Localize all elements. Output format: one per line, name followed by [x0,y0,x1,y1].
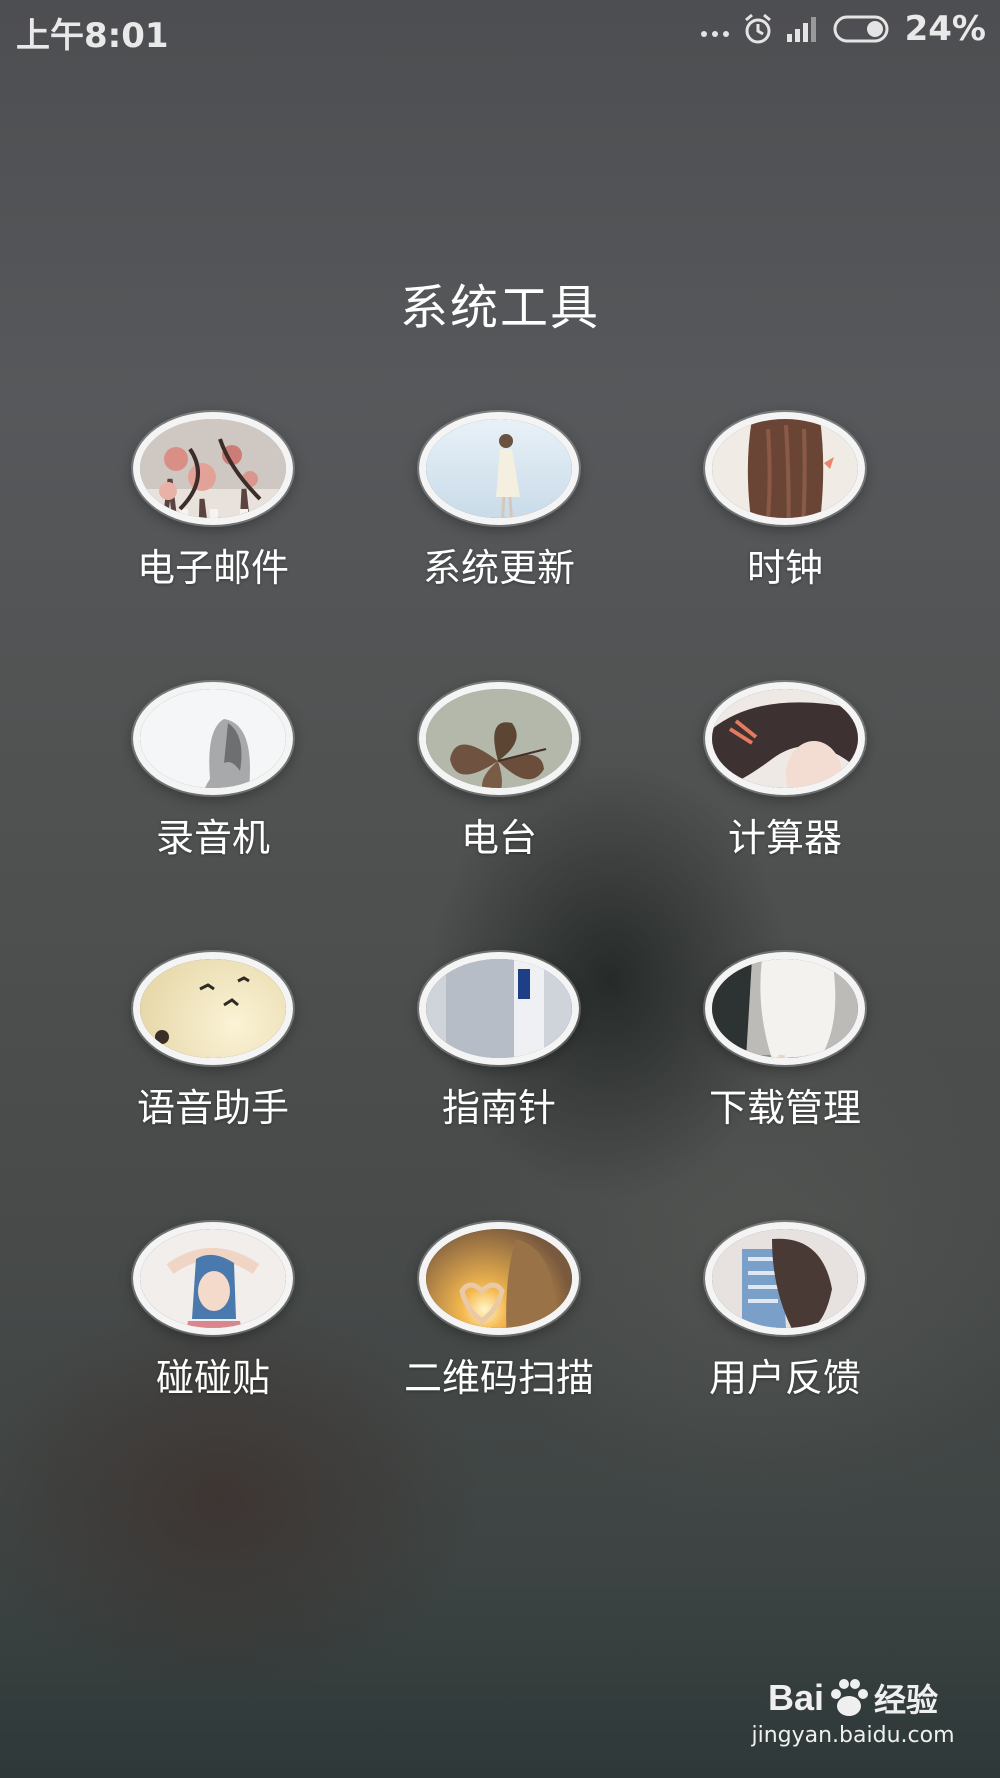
app-calculator[interactable]: 计算器 [642,682,928,862]
legs-skirt-icon [705,952,865,1065]
app-label: 电台 [460,816,537,860]
app-nfc-tag[interactable]: 碰碰贴 [70,1222,356,1402]
app-grid: 电子邮件 系统更新 时钟 录音机 电台 计算器 语音助手 指南针 下载管理 碰碰… [70,412,930,1402]
app-email[interactable]: 电子邮件 [70,412,356,592]
app-label: 系统更新 [422,546,575,590]
app-clock[interactable]: 时钟 [642,412,928,592]
sprout-icon [419,952,579,1065]
app-label: 用户反馈 [708,1356,861,1400]
girl-on-beach-icon [419,412,579,525]
sitting-girl-icon [705,1222,865,1335]
paw-icon [831,1679,868,1716]
battery-icon [833,15,891,43]
app-system-update[interactable]: 系统更新 [356,412,642,592]
app-label: 下载管理 [708,1086,861,1130]
wm-url: jingyan.baidu.com [751,1723,955,1748]
app-download-manager[interactable]: 下载管理 [642,952,928,1132]
arms-up-girl-icon [133,1222,293,1335]
heart-sunset-icon [419,1222,579,1335]
birds-girl-icon [133,952,293,1065]
app-voice-assistant[interactable]: 语音助手 [70,952,356,1132]
app-label: 计算器 [727,816,842,860]
battery-percent: 24% [904,9,986,49]
app-label: 电子邮件 [136,546,289,590]
app-radio[interactable]: 电台 [356,682,642,862]
roses-photo-icon [133,412,293,525]
baidu-jingyan-watermark: Bai 经验 jingyan.baidu.com [748,1675,958,1748]
signal-icon [786,16,819,42]
app-user-feedback[interactable]: 用户反馈 [642,1222,928,1402]
status-bar: 上午8:01 24% [0,0,1000,56]
app-label: 碰碰贴 [155,1356,270,1400]
wm-logo-text-2: 经验 [874,1681,939,1719]
baidu-logo: Bai 经验 [748,1675,958,1721]
status-icons: 24% [700,8,986,50]
page-title: 系统工具 [399,280,600,336]
app-label: 二维码扫描 [403,1356,594,1400]
alarm-icon [743,13,773,45]
app-recorder[interactable]: 录音机 [70,682,356,862]
app-compass[interactable]: 指南针 [356,952,642,1132]
wm-logo-text: Bai [767,1677,824,1718]
status-time: 上午8:01 [16,16,169,56]
app-label: 语音助手 [136,1086,289,1130]
dried-leaves-icon [419,682,579,795]
app-label: 指南针 [441,1086,556,1130]
app-label: 时钟 [746,546,823,590]
more-dots-icon [700,31,729,37]
app-label: 录音机 [155,816,270,860]
long-hair-icon [705,412,865,525]
girl-silhouette-icon [133,682,293,795]
app-qr-scanner[interactable]: 二维码扫描 [356,1222,642,1402]
girl-face-icon [705,682,865,795]
